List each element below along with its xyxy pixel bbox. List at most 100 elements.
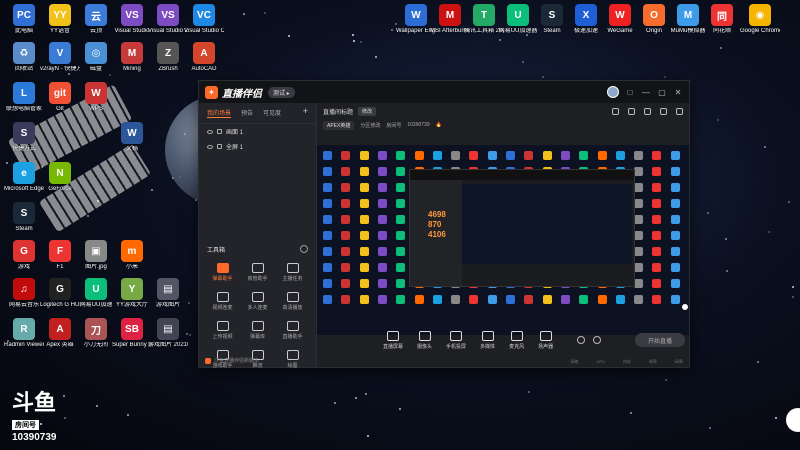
tool-item[interactable]: 高清播放	[275, 292, 310, 311]
desktop-icon-xiaoqi[interactable]: 刀小刀无间	[76, 318, 116, 349]
tab-visibility[interactable]: 可见度	[263, 108, 281, 118]
star	[96, 404, 99, 407]
desktop-icon-label: 图片.jpg	[85, 264, 107, 270]
desktop-icon-chrome[interactable]: ◉ Google Chrome	[740, 4, 780, 35]
tool-item[interactable]: 视频连麦	[205, 292, 240, 311]
close-button[interactable]: ✕	[673, 87, 683, 97]
tool-label: 主播任务	[282, 276, 303, 282]
desktop-icon-recycle[interactable]: ♻ 回收站	[4, 42, 44, 73]
preview-desktop-icon	[359, 247, 369, 256]
maximize-button[interactable]: ▢	[657, 87, 667, 97]
minimize-button[interactable]: —	[641, 87, 651, 97]
desktop-icon-vs1[interactable]: VS Visual Studio	[112, 4, 152, 35]
tool-item[interactable]: 弹幕助手	[205, 263, 240, 282]
desktop-icon-yy[interactable]: YY YY语音	[40, 4, 80, 35]
tab-my-scenes[interactable]: 我的场景	[207, 108, 232, 118]
desktop-icon-word1[interactable]: W 文档	[112, 122, 152, 153]
version-badge[interactable]: 测试 ▸	[268, 86, 295, 98]
desktop-icon-logi[interactable]: G Logitech G HUB	[40, 278, 80, 309]
notice-bar[interactable]: 斗鱼直播伴侣新版本	[205, 357, 259, 364]
share-icon[interactable]	[612, 107, 619, 115]
start-live-button[interactable]: 开始直播	[635, 333, 685, 347]
bell-icon[interactable]	[660, 107, 667, 115]
tab-preview[interactable]: 预告	[241, 108, 253, 118]
speaker-button[interactable]: 扬声器	[538, 330, 553, 350]
scene-item[interactable]: 画面 1	[199, 124, 316, 139]
desktop-icon-steam2[interactable]: S Steam	[4, 202, 44, 233]
camera-button[interactable]: 摄像头	[417, 330, 432, 350]
desktop-icon-yyradio[interactable]: Y YY游戏大厅	[112, 278, 152, 309]
desktop-icon-apex[interactable]: A Apex 英雄	[40, 318, 80, 349]
desktop-icon-nvidia[interactable]: N GeForce	[40, 162, 80, 193]
desktop-icon-lenovo[interactable]: L 联想电脑管家	[4, 82, 44, 113]
desktop-icon-v2rayn[interactable]: Vv2rayN - 快捷方式	[40, 42, 80, 73]
desktop-icon-vs2[interactable]: VS Visual Studio 2019	[148, 4, 188, 35]
desktop-icon-shortcut[interactable]: S 快捷方式	[4, 122, 44, 153]
vscode-icon: VC	[193, 4, 215, 26]
category-badge[interactable]: APEX英雄	[323, 120, 355, 130]
preview-desktop-icon	[652, 247, 662, 256]
desktop-icon-tonghua[interactable]: 同同花顺	[702, 4, 742, 35]
tool-item[interactable]: 上传视频	[205, 321, 240, 340]
gift-icon[interactable]	[644, 107, 651, 115]
steam2-icon: S	[13, 202, 35, 224]
tool-label: 绘图	[287, 363, 298, 369]
desktop-icon-yunding[interactable]: 云云顶	[76, 4, 116, 35]
preview-desktop-icon	[341, 263, 351, 272]
desktop-icon-netease[interactable]: ♫ 网易云音乐	[4, 278, 44, 309]
screen-capture-button[interactable]: 直播屏幕	[383, 330, 403, 350]
desktop-icon-lightning[interactable]: U 网易UU加速	[76, 278, 116, 309]
user-avatar[interactable]	[607, 86, 619, 98]
desktop-icon-git[interactable]: git Git	[40, 82, 80, 113]
stream-preview[interactable]: 4698 870 4106	[317, 145, 689, 335]
eye-icon[interactable]	[207, 129, 213, 134]
scene-item[interactable]: 全屏 1	[199, 139, 316, 154]
desktop-icon-xiaomi[interactable]: m 小米	[112, 240, 152, 271]
tool-item[interactable]: 主播任务	[275, 263, 310, 282]
preview-desktop-icon	[615, 151, 625, 160]
desktop-icon-bunny[interactable]: SB Super Bunny Man	[112, 318, 152, 349]
preview-desktop-icon	[396, 231, 406, 240]
tool-item[interactable]: 绘图	[275, 350, 310, 369]
add-scene-button[interactable]: +	[303, 107, 308, 118]
phone-cast-button[interactable]: 手机投屏	[446, 330, 466, 350]
desktop-icon-tools[interactable]: ▤ 游戏图片	[148, 278, 188, 309]
media-button[interactable]: 多媒体	[480, 330, 495, 350]
star	[499, 38, 502, 41]
microphone-button[interactable]: 麦克风	[509, 330, 524, 350]
tool-item[interactable]: 多人连麦	[240, 292, 275, 311]
lock-icon[interactable]	[217, 129, 222, 134]
desktop-icon-vscode[interactable]: VC Visual Studio Code	[184, 4, 224, 35]
desktop-icon-app6[interactable]: A AutoCAD	[184, 42, 224, 73]
more-icon[interactable]	[676, 107, 683, 115]
desktop-icon-wps[interactable]: W WPS	[76, 82, 116, 113]
scene-panel: 我的场景 预告 可见度 + 画面 1 全屏 1 工具箱 弹幕助手 房管助手 主播任务…	[199, 103, 317, 369]
record-icon[interactable]	[628, 107, 635, 115]
desktop-icon-app4[interactable]: M Mining	[112, 42, 152, 73]
tools-collapse-icon[interactable]	[300, 245, 308, 253]
record-toggle-icon[interactable]	[577, 336, 586, 344]
lock-icon[interactable]	[217, 144, 222, 149]
desktop-icon-app5[interactable]: Z ZBrush	[148, 42, 188, 73]
skin-button[interactable]: □	[625, 87, 635, 97]
preview-desktop-icon	[359, 231, 369, 240]
desktop-icon-photo[interactable]: ▤ 游戏图片 2021082...	[148, 318, 188, 349]
category-edit[interactable]: 分区修改	[360, 122, 380, 129]
tool-item[interactable]: 直播助手	[275, 321, 310, 340]
tool-item[interactable]: 弹幕库	[240, 321, 275, 340]
room-number: 10390739	[407, 122, 430, 128]
desktop-icon-game1[interactable]: G 游戏	[4, 240, 44, 271]
desktop-icon-edge[interactable]: e Microsoft Edge	[4, 162, 44, 193]
desktop-icon-disk[interactable]: ◎ 磁盘	[76, 42, 116, 73]
desktop-icon-radmin[interactable]: R Radmin Viewer 3	[4, 318, 44, 349]
eye-icon[interactable]	[207, 144, 213, 149]
tool-item[interactable]: 房管助手	[240, 263, 275, 282]
settings-gear-icon[interactable]	[593, 336, 602, 344]
desktop-icon-img1[interactable]: ▣ 图片.jpg	[76, 240, 116, 271]
scene-label: 全屏 1	[226, 145, 244, 151]
preview-desktop-icon	[396, 167, 406, 176]
desktop-icon-f1[interactable]: F F1	[40, 240, 80, 271]
edit-title-button[interactable]: 修改	[358, 106, 377, 116]
preview-desktop-icon	[652, 167, 662, 176]
desktop-icon-pc[interactable]: PC 此电脑	[4, 4, 44, 35]
